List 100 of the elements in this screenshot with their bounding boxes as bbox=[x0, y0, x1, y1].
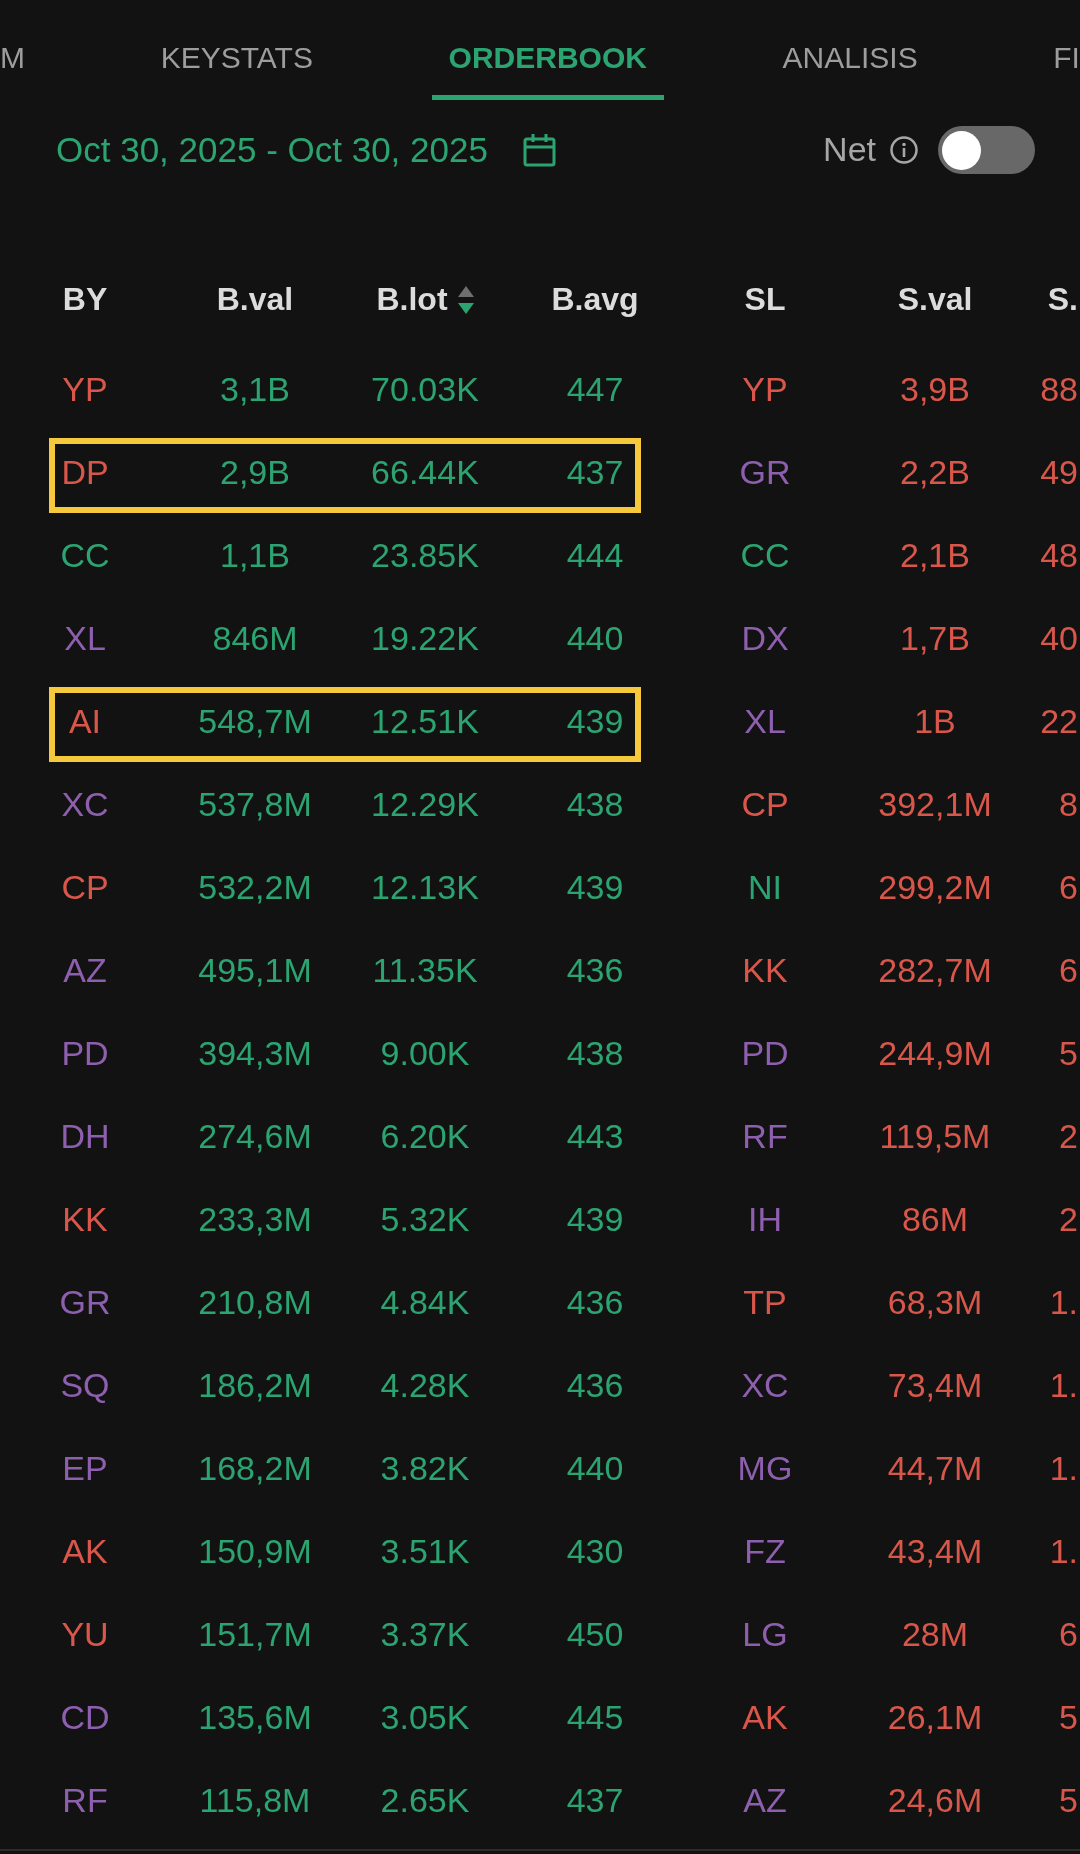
table-cell: 2,1B bbox=[900, 536, 970, 575]
table-cell: 445 bbox=[566, 1698, 624, 1737]
table-cell: 22 bbox=[1040, 702, 1078, 741]
table-cell: 282,7M bbox=[878, 951, 992, 990]
broker-code: RF bbox=[62, 1781, 108, 1820]
table-cell: 150,9M bbox=[198, 1532, 312, 1571]
table-cell: 438 bbox=[566, 1034, 624, 1073]
broker-code: CC bbox=[60, 536, 110, 575]
broker-code: NI bbox=[748, 868, 782, 907]
broker-code: MG bbox=[737, 1449, 793, 1488]
table-cell: 1. bbox=[1049, 1532, 1078, 1571]
table-cell: 2,9B bbox=[220, 453, 290, 492]
calendar-icon[interactable] bbox=[522, 133, 556, 167]
sort-icon[interactable] bbox=[457, 286, 474, 314]
table-cell: 440 bbox=[566, 619, 624, 658]
table-cell: 3,1B bbox=[220, 370, 290, 409]
info-icon[interactable] bbox=[890, 136, 918, 164]
broker-code: AZ bbox=[743, 1781, 787, 1820]
tab[interactable]: KEYSTATS bbox=[143, 0, 330, 100]
table-cell: 1,7B bbox=[900, 619, 970, 658]
table-cell: 5.32K bbox=[380, 1200, 470, 1239]
broker-code: TP bbox=[743, 1283, 787, 1322]
table-cell: 1B bbox=[914, 702, 956, 741]
table-cell: 439 bbox=[566, 1200, 624, 1239]
tab[interactable]: ORDERBOOK bbox=[431, 0, 664, 100]
table-cell: 2.65K bbox=[380, 1781, 470, 1820]
table-cell: 436 bbox=[566, 1366, 624, 1405]
broker-code: CP bbox=[741, 785, 789, 824]
table-cell: 66.44K bbox=[371, 453, 479, 492]
tab[interactable]: M bbox=[0, 0, 42, 100]
table-cell: 495,1M bbox=[198, 951, 312, 990]
table-cell: 186,2M bbox=[198, 1366, 312, 1405]
table-cell: 44,7M bbox=[887, 1449, 983, 1488]
table-cell: 1. bbox=[1049, 1366, 1078, 1405]
table-cell: 119,5M bbox=[879, 1117, 991, 1156]
broker-code: XC bbox=[61, 785, 109, 824]
column-header[interactable]: B.avg bbox=[551, 282, 639, 318]
table-cell: 5 bbox=[1059, 1698, 1078, 1737]
broker-code: AK bbox=[742, 1698, 788, 1737]
table-cell: 5 bbox=[1059, 1034, 1078, 1073]
broker-code: AI bbox=[68, 702, 102, 741]
table-cell: 12.29K bbox=[371, 785, 479, 824]
broker-code: YP bbox=[62, 370, 108, 409]
table-cell: 430 bbox=[566, 1532, 624, 1571]
table-cell: 1. bbox=[1049, 1449, 1078, 1488]
column-header[interactable]: BY bbox=[62, 282, 108, 318]
table-cell: 439 bbox=[566, 702, 624, 741]
table-cell: 86M bbox=[901, 1200, 969, 1239]
table-cell: 43,4M bbox=[887, 1532, 983, 1571]
table-cell: 9.00K bbox=[380, 1034, 470, 1073]
table-cell: 846M bbox=[212, 619, 298, 658]
broker-code: LG bbox=[742, 1615, 788, 1654]
table-cell: 436 bbox=[566, 951, 624, 990]
column-header[interactable]: B.val bbox=[216, 282, 294, 318]
table-cell: 1,1B bbox=[220, 536, 290, 575]
table-cell: 48 bbox=[1040, 536, 1078, 575]
table-cell: 23.85K bbox=[371, 536, 479, 575]
broker-code: FZ bbox=[744, 1532, 786, 1571]
table-cell: 5 bbox=[1059, 1781, 1078, 1820]
table-cell: 2,2B bbox=[900, 453, 970, 492]
table-cell: 392,1M bbox=[878, 785, 992, 824]
broker-code: PD bbox=[61, 1034, 109, 1073]
table-cell: 19.22K bbox=[371, 619, 479, 658]
table-cell: 4.28K bbox=[380, 1366, 470, 1405]
table-cell: 537,8M bbox=[198, 785, 312, 824]
table-cell: 26,1M bbox=[887, 1698, 983, 1737]
table-cell: 439 bbox=[566, 868, 624, 907]
table-cell: 450 bbox=[566, 1615, 624, 1654]
broker-code: AZ bbox=[63, 951, 107, 990]
table-cell: 115,8M bbox=[199, 1781, 311, 1820]
broker-code: DH bbox=[60, 1117, 110, 1156]
table-cell: 444 bbox=[566, 536, 624, 575]
table-cell: 8 bbox=[1059, 785, 1078, 824]
table-cell: 49 bbox=[1040, 453, 1078, 492]
table-cell: 28M bbox=[901, 1615, 969, 1654]
tab[interactable]: FI bbox=[1036, 0, 1080, 100]
table-cell: 6 bbox=[1059, 868, 1078, 907]
column-header[interactable]: SL bbox=[744, 282, 786, 318]
table-cell: 40 bbox=[1040, 619, 1078, 658]
date-range: Oct 30, 2025 - Oct 30, 2025 bbox=[56, 130, 488, 170]
column-header[interactable]: B.lot bbox=[376, 282, 448, 318]
broker-code: PD bbox=[741, 1034, 789, 1073]
broker-code: DP bbox=[61, 453, 109, 492]
broker-code: AK bbox=[62, 1532, 108, 1571]
table-cell: 168,2M bbox=[198, 1449, 312, 1488]
broker-code: CC bbox=[740, 536, 790, 575]
net-toggle[interactable] bbox=[938, 126, 1035, 174]
broker-code: KK bbox=[742, 951, 788, 990]
table-cell: 3.82K bbox=[380, 1449, 470, 1488]
column-header[interactable]: S.val bbox=[897, 282, 973, 318]
table-cell: 6.20K bbox=[380, 1117, 470, 1156]
table-cell: 2 bbox=[1059, 1117, 1078, 1156]
table-cell: 548,7M bbox=[198, 702, 312, 741]
table-cell: 135,6M bbox=[198, 1698, 312, 1737]
tab[interactable]: ANALISIS bbox=[765, 0, 935, 100]
table-cell: 70.03K bbox=[371, 370, 479, 409]
table-cell: 210,8M bbox=[198, 1283, 312, 1322]
broker-code: KK bbox=[62, 1200, 108, 1239]
table-cell: 438 bbox=[566, 785, 624, 824]
column-header[interactable]: S. bbox=[1047, 282, 1078, 318]
